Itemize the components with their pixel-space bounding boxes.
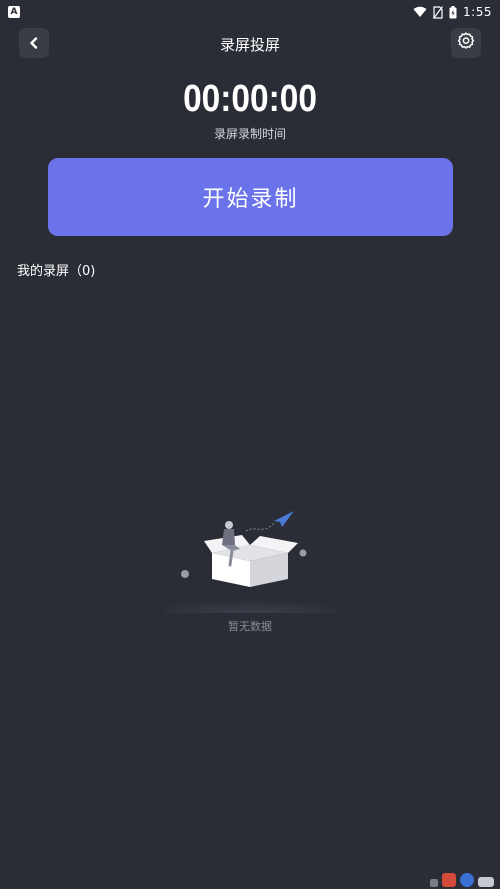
my-recordings-title: 我的录屏（0) xyxy=(17,264,96,279)
start-recording-label: 开始录制 xyxy=(202,187,299,212)
recording-timer: 00:00:00 xyxy=(183,78,317,120)
no-sim-icon xyxy=(433,5,444,19)
app-icon-1[interactable] xyxy=(430,879,438,887)
timer-caption: 录屏录制时间 xyxy=(213,127,286,141)
status-right: 1:55 xyxy=(413,5,492,19)
empty-box-illustration xyxy=(162,511,338,613)
notification-icon: A xyxy=(8,6,20,18)
settings-button[interactable] xyxy=(451,28,481,58)
battery-icon xyxy=(449,5,457,19)
page-title: 录屏投屏 xyxy=(219,36,280,54)
start-recording-button[interactable]: 开始录制 xyxy=(48,158,453,236)
wifi-icon xyxy=(413,6,427,18)
status-time: 1:55 xyxy=(463,5,492,19)
status-left: A xyxy=(8,6,20,18)
app-icon-4[interactable] xyxy=(478,877,494,887)
empty-state-text: 暂无数据 xyxy=(228,620,272,633)
app-icon-3[interactable] xyxy=(460,873,474,887)
empty-state: 暂无数据 xyxy=(0,505,500,645)
gear-icon xyxy=(457,32,475,54)
bottom-icons xyxy=(430,873,494,887)
app-header: 录屏投屏 xyxy=(0,24,500,62)
status-bar: A 1:55 xyxy=(0,0,500,24)
app-icon-2[interactable] xyxy=(442,873,456,887)
